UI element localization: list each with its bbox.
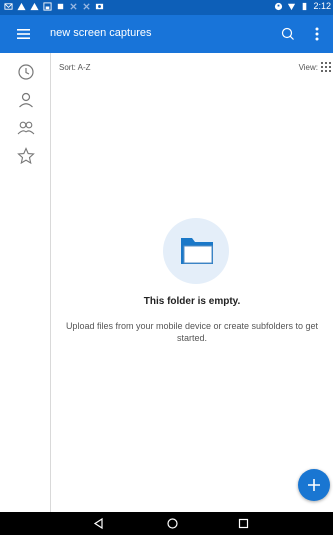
- sim-icon: [43, 2, 52, 11]
- star-icon[interactable]: [17, 147, 35, 165]
- battery-icon: [303, 2, 307, 10]
- status-icons-left: [4, 2, 104, 11]
- home-icon[interactable]: [166, 517, 179, 530]
- status-bar: 2:12: [0, 0, 333, 15]
- main-content: Sort: A-Z View: This folder is empty. Up…: [51, 53, 333, 512]
- app-bar: new screen captures: [0, 15, 333, 53]
- sidebar: [0, 53, 51, 512]
- person-icon[interactable]: [17, 91, 35, 109]
- mail-icon: [4, 3, 13, 10]
- people-icon[interactable]: [17, 119, 35, 137]
- page-title: new screen captures: [50, 27, 152, 39]
- empty-state-subtitle: Upload files from your mobile device or …: [65, 321, 319, 343]
- signal-icon: [288, 3, 296, 10]
- warning-icon: [30, 2, 39, 11]
- wifi-icon: [275, 2, 283, 10]
- view-label: View:: [298, 62, 318, 72]
- warning-icon: [17, 2, 26, 11]
- status-icons-right: 2:12: [274, 1, 331, 11]
- add-button[interactable]: [298, 469, 330, 501]
- square-icon: [57, 3, 64, 10]
- photo-icon: [95, 3, 104, 10]
- more-options-icon[interactable]: [311, 25, 323, 43]
- recents-icon[interactable]: [237, 517, 250, 530]
- back-icon[interactable]: [92, 517, 105, 530]
- sort-selector[interactable]: Sort: A-Z: [59, 63, 91, 72]
- recent-icon[interactable]: [17, 63, 35, 81]
- plus-icon: [308, 479, 320, 491]
- empty-folder-illustration: [163, 218, 229, 284]
- grid-view-icon[interactable]: [321, 62, 331, 72]
- crossed-icon: [83, 3, 90, 10]
- empty-state-title: This folder is empty.: [143, 296, 241, 307]
- view-selector[interactable]: View:: [299, 62, 331, 72]
- search-icon[interactable]: [279, 25, 297, 43]
- status-time: 2:12: [313, 1, 331, 11]
- hamburger-menu-icon[interactable]: [14, 24, 34, 44]
- crossed-icon: [70, 3, 77, 10]
- folder-icon: [181, 238, 213, 264]
- system-nav-bar: [0, 512, 333, 535]
